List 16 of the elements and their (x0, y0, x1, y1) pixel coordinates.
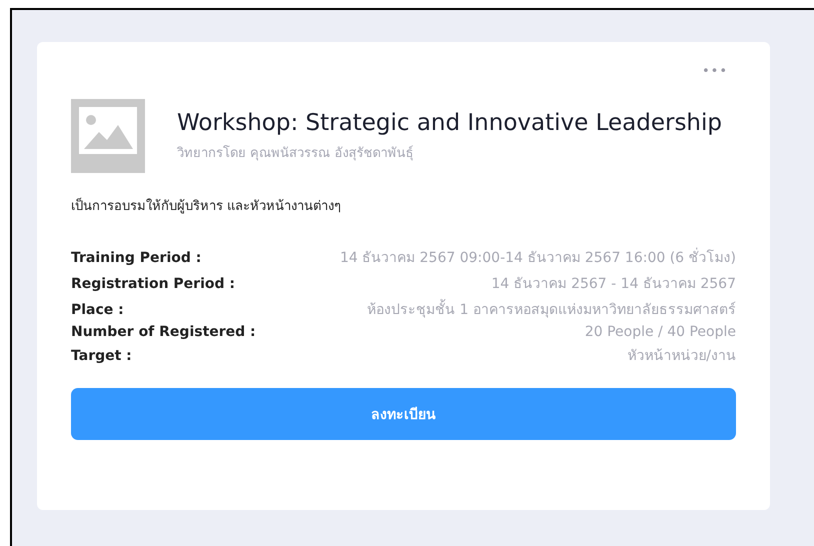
detail-label: Target : (71, 348, 132, 364)
register-button[interactable]: ลงทะเบียน (71, 388, 736, 440)
detail-value: 14 ธันวาคม 2567 09:00-14 ธันวาคม 2567 16:00 (6 ชั่วโมง) (340, 246, 736, 268)
description-text: เป็นการอบรมให้กับผู้บริหาร และหัวหน้างานต่างๆ (71, 196, 342, 216)
detail-label: Registration Period : (71, 276, 235, 292)
detail-value: 20 People / 40 People (584, 324, 736, 340)
speaker-text: วิทยากรโดย คุณพนัสวรรณ อังสุรัชดาพันธุ์ (177, 144, 414, 162)
detail-label: Training Period : (71, 250, 202, 266)
image-placeholder-icon (71, 99, 145, 173)
more-icon[interactable]: ••• (702, 64, 728, 79)
detail-label: Place : (71, 302, 124, 318)
detail-value: หัวหน้าหน่วย/งาน (627, 347, 736, 366)
detail-value: 14 ธันวาคม 2567 - 14 ธันวาคม 2567 (491, 275, 736, 294)
detail-label: Number of Registered : (71, 324, 256, 340)
detail-value: ห้องประชุมชั้น 1 อาคารหอสมุดแห่งมหาวิทยาลัยธรรมศาสตร์ (367, 298, 736, 320)
event-title: Workshop: Strategic and Innovative Leadership (177, 110, 722, 136)
